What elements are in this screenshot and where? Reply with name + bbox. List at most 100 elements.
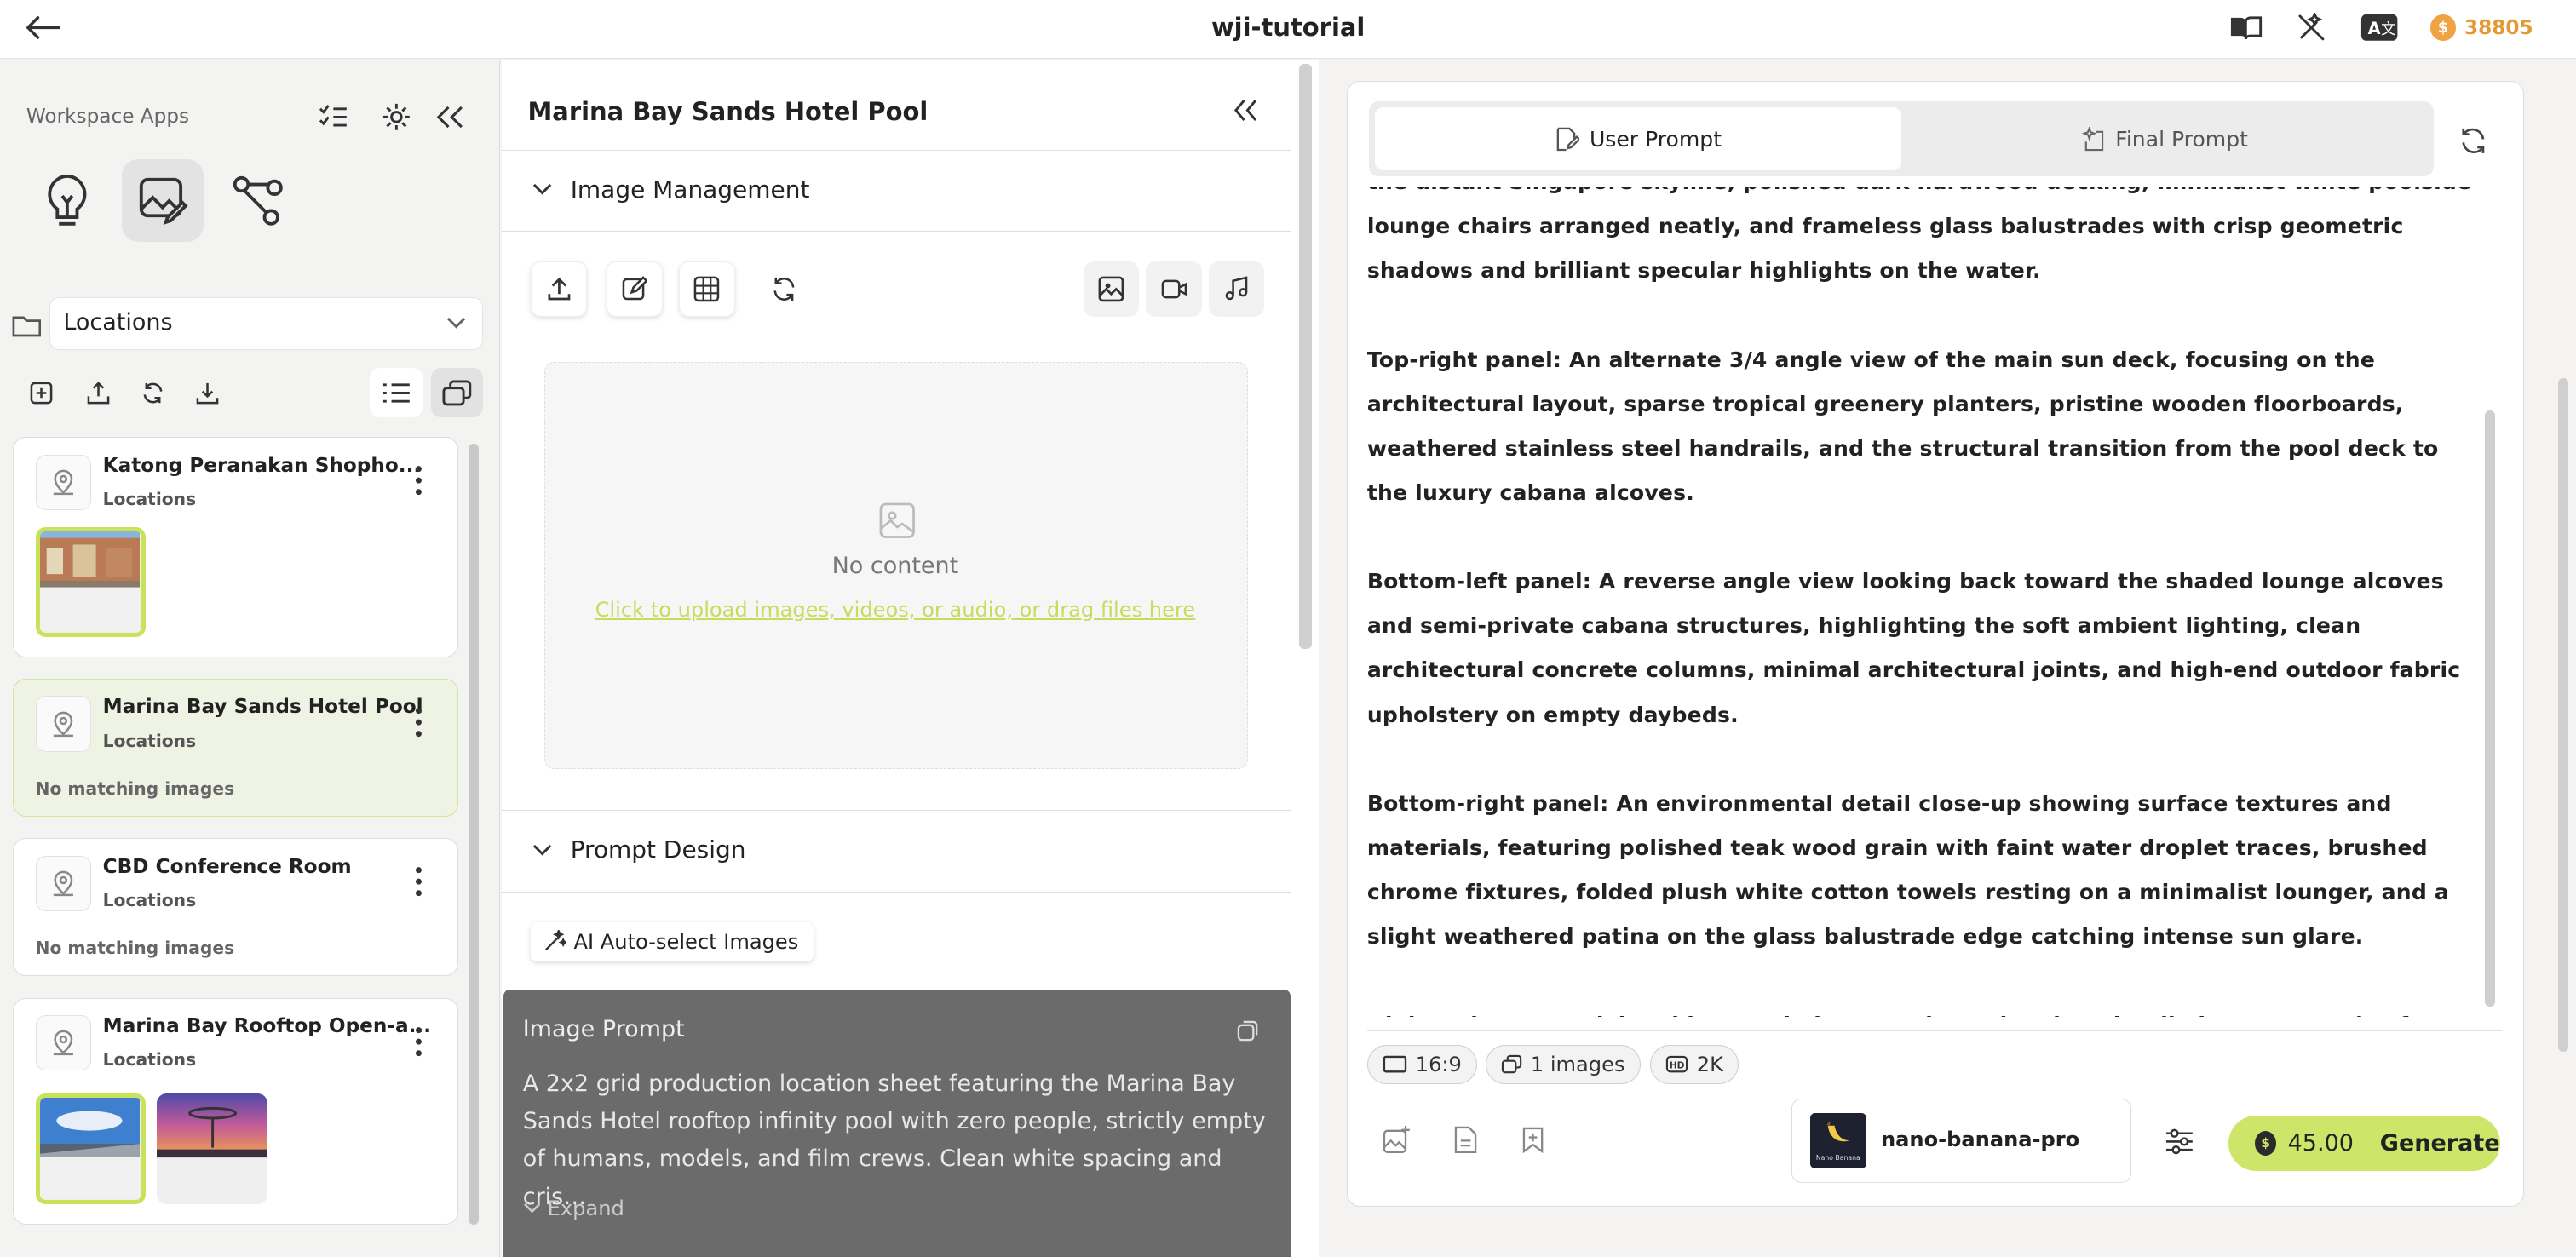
- upload-icon: [548, 278, 571, 301]
- layers-icon: [1501, 1054, 1522, 1074]
- location-pin-icon: [35, 1014, 92, 1071]
- upload-dropzone[interactable]: No content Click to upload images, video…: [543, 361, 1248, 770]
- location-card[interactable]: Marina Bay Rooftop Open-a... Locations: [13, 997, 459, 1225]
- image-count-value: 1 images: [1530, 1052, 1625, 1076]
- more-options-icon[interactable]: [405, 703, 432, 742]
- image-icon: [1098, 276, 1124, 302]
- bookmark-add-icon[interactable]: [1516, 1123, 1550, 1157]
- document-icon[interactable]: [1449, 1123, 1482, 1157]
- checklist-icon[interactable]: [317, 100, 350, 134]
- image-filter-button[interactable]: [1083, 261, 1140, 318]
- svg-text:HD: HD: [1670, 1061, 1685, 1071]
- location-card[interactable]: Katong Peranakan Shopho... Locations: [13, 437, 459, 657]
- resolution-chip[interactable]: HD 2K: [1649, 1044, 1739, 1084]
- generate-button[interactable]: $ 45.00 Generate: [2228, 1115, 2500, 1172]
- audio-filter-button[interactable]: [1208, 261, 1265, 318]
- prompt-paragraph: High-end commercial architectural photog…: [1367, 1003, 2485, 1016]
- sparkle-document-icon: [2081, 126, 2103, 151]
- expand-link[interactable]: Expand: [523, 1197, 624, 1220]
- collapse-sidebar-icon[interactable]: [434, 100, 468, 134]
- video-filter-button[interactable]: [1146, 261, 1202, 318]
- aspect-ratio-chip[interactable]: 16:9: [1366, 1044, 1478, 1084]
- sidebar-scrollbar[interactable]: [469, 444, 479, 1225]
- workspace-apps-heading: Workspace Apps: [26, 105, 190, 128]
- list-icon: [382, 383, 410, 403]
- prompt-panel: User Prompt Final Prompt the distant Sin…: [1320, 60, 2576, 1257]
- detail-panel: Marina Bay Sands Hotel Pool Image Manage…: [501, 60, 1319, 1257]
- more-options-icon[interactable]: [405, 862, 432, 901]
- resolution-value: 2K: [1696, 1052, 1723, 1076]
- prompt-tabs: User Prompt Final Prompt: [1368, 100, 2435, 177]
- divider: [1366, 1030, 2502, 1032]
- tab-user-prompt[interactable]: User Prompt: [1375, 107, 1902, 170]
- chevron-down-icon: [533, 844, 552, 856]
- page-scrollbar[interactable]: [2558, 377, 2568, 1053]
- no-content-text: No content: [831, 553, 959, 580]
- ai-auto-select-label: AI Auto-select Images: [573, 929, 799, 954]
- tab-final-prompt-label: Final Prompt: [2115, 126, 2248, 152]
- music-note-icon: [1225, 276, 1248, 301]
- image-prompt-text: A 2x2 grid production location sheet fea…: [522, 1070, 1266, 1210]
- add-item-icon[interactable]: [26, 378, 56, 408]
- refresh-icon[interactable]: [768, 273, 801, 306]
- app-workflow-button[interactable]: [217, 159, 300, 242]
- user-prompt-text[interactable]: the distant Singapore skyline, polished …: [1367, 187, 2485, 1017]
- edit-image-button[interactable]: [607, 261, 663, 318]
- add-image-icon[interactable]: [1380, 1123, 1413, 1157]
- copy-icon[interactable]: [1234, 1018, 1261, 1044]
- settings-sliders-icon[interactable]: [2163, 1125, 2196, 1158]
- collapse-panel-icon[interactable]: [1230, 94, 1263, 127]
- prompt-scrollbar[interactable]: [2485, 410, 2495, 1007]
- location-thumbnail[interactable]: [157, 1093, 267, 1204]
- ai-auto-select-button[interactable]: AI Auto-select Images: [531, 921, 814, 962]
- magic-wand-icon: [544, 930, 566, 951]
- panel-title: Marina Bay Sands Hotel Pool: [527, 96, 929, 126]
- magic-off-icon[interactable]: [2293, 12, 2329, 45]
- upload-hint-link[interactable]: Click to upload images, videos, or audio…: [545, 598, 1245, 622]
- more-options-icon[interactable]: [405, 461, 432, 500]
- location-category: Locations: [102, 489, 197, 510]
- gallery-view-toggle[interactable]: [430, 368, 484, 418]
- download-icon[interactable]: [193, 378, 222, 408]
- credits-balance[interactable]: $ 38805: [2429, 12, 2533, 45]
- edit-icon: [622, 276, 648, 301]
- empty-image-icon: [879, 502, 915, 538]
- video-icon: [1161, 279, 1187, 299]
- chevron-down-icon: [523, 1203, 540, 1214]
- location-thumbnail[interactable]: [35, 526, 146, 637]
- back-arrow-icon[interactable]: [23, 12, 62, 45]
- location-pin-icon: [35, 454, 92, 511]
- location-thumbnail[interactable]: [35, 1093, 146, 1204]
- grid-icon: [694, 276, 720, 302]
- grid-button[interactable]: [679, 261, 735, 318]
- folder-select-value: Locations: [63, 309, 173, 336]
- refresh-icon[interactable]: [138, 378, 168, 408]
- translate-icon[interactable]: A文: [2360, 12, 2399, 45]
- tab-final-prompt[interactable]: Final Prompt: [1901, 107, 2428, 169]
- location-category: Locations: [102, 730, 197, 751]
- app-images-button[interactable]: [121, 159, 204, 242]
- location-name: Marina Bay Sands Hotel Pool: [102, 696, 423, 719]
- prompt-paragraph: Top-right panel: An alternate 3/4 angle …: [1366, 347, 2439, 505]
- more-options-icon[interactable]: [405, 1022, 432, 1061]
- app-ideas-button[interactable]: [26, 159, 109, 242]
- panel-scrollbar[interactable]: [1298, 64, 1313, 650]
- image-prompt-box[interactable]: Image Prompt A 2x2 grid production locat…: [503, 989, 1291, 1257]
- upload-button[interactable]: [531, 261, 587, 318]
- location-card[interactable]: CBD Conference Room Locations No matchin…: [13, 838, 459, 977]
- image-management-section-header[interactable]: Image Management: [501, 149, 1291, 232]
- folder-select[interactable]: Locations: [49, 297, 484, 351]
- location-card-selected[interactable]: Marina Bay Sands Hotel Pool Locations No…: [13, 679, 459, 818]
- model-selector[interactable]: Nano Banana nano-banana-pro: [1791, 1099, 2132, 1183]
- location-name: Katong Peranakan Shopho...: [102, 454, 422, 477]
- chevron-down-icon: [533, 184, 552, 195]
- export-icon[interactable]: [83, 378, 113, 408]
- settings-gear-icon[interactable]: [380, 100, 413, 134]
- no-matching-images: No matching images: [35, 938, 235, 959]
- image-count-chip[interactable]: 1 images: [1485, 1044, 1641, 1084]
- prompt-design-section-header[interactable]: Prompt Design: [501, 810, 1291, 893]
- book-icon[interactable]: [2228, 12, 2263, 45]
- window-title: wji-tutorial: [1210, 13, 1366, 42]
- list-view-toggle[interactable]: [370, 368, 423, 418]
- regenerate-icon[interactable]: [2455, 123, 2491, 158]
